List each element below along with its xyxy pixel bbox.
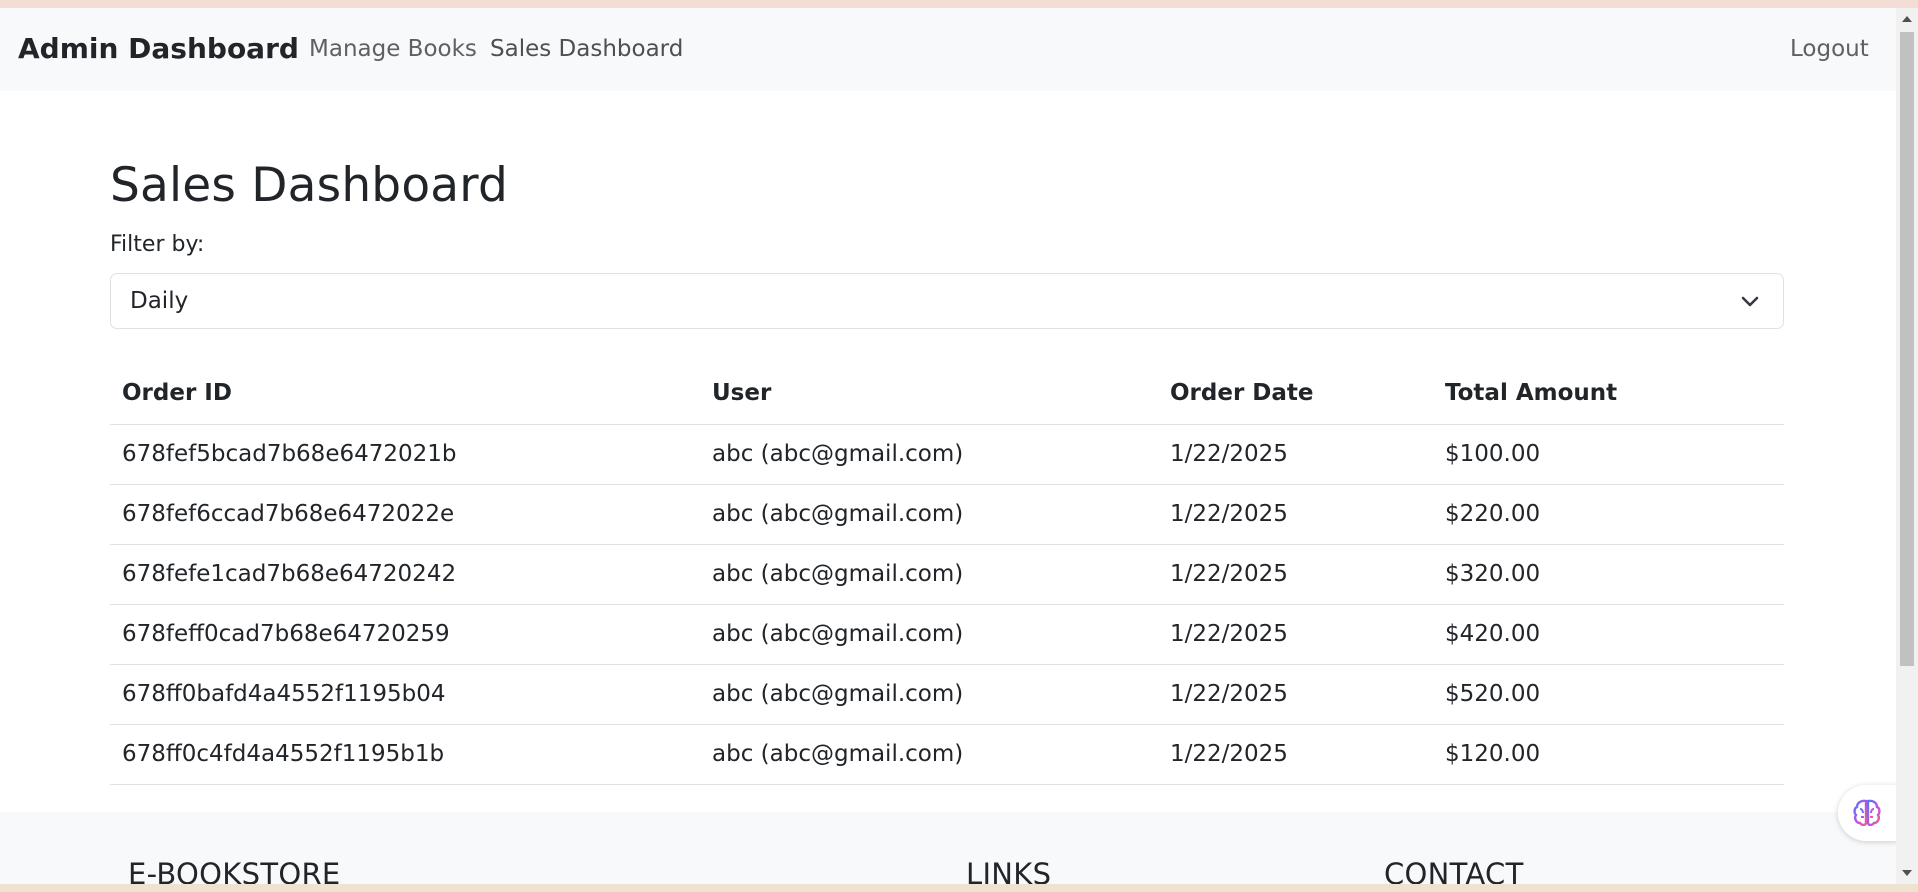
chevron-down-icon — [1739, 290, 1761, 312]
column-header-user: User — [700, 363, 1158, 425]
order-date-cell: 1/22/2025 — [1158, 604, 1433, 665]
filter-select-value: Daily — [130, 288, 189, 314]
table-row: 678fefe1cad7b68e64720242 abc (abc@gmail.… — [110, 544, 1784, 605]
page-viewport: Admin Dashboard Manage Books Sales Dashb… — [0, 8, 1896, 884]
column-header-order-id: Order ID — [110, 363, 700, 425]
column-header-total-amount: Total Amount — [1433, 363, 1784, 425]
page-scrollbar[interactable] — [1896, 8, 1918, 884]
window-bottom-edge — [0, 884, 1918, 892]
scroll-down-arrow-icon[interactable] — [1902, 870, 1912, 876]
table-row: 678feff0cad7b68e64720259 abc (abc@gmail.… — [110, 604, 1784, 665]
column-header-order-date: Order Date — [1158, 363, 1433, 425]
user-cell: abc (abc@gmail.com) — [700, 664, 1158, 725]
orders-table: Order ID User Order Date Total Amount 67… — [110, 363, 1784, 785]
footer-heading-contact: CONTACT — [1384, 857, 1524, 884]
footer-heading-ebookstore: E-BOOKSTORE — [128, 857, 341, 884]
order-id-cell: 678fefe1cad7b68e64720242 — [110, 544, 700, 605]
order-id-cell: 678ff0c4fd4a4552f1195b1b — [110, 724, 700, 785]
scrollbar-thumb[interactable] — [1900, 32, 1914, 666]
brand-title[interactable]: Admin Dashboard — [18, 32, 299, 65]
page-title: Sales Dashboard — [110, 158, 509, 213]
window-top-edge — [0, 0, 1918, 8]
table-row: 678ff0c4fd4a4552f1195b1b abc (abc@gmail.… — [110, 724, 1784, 785]
logout-link[interactable]: Logout — [1790, 36, 1869, 62]
user-cell: abc (abc@gmail.com) — [700, 424, 1158, 485]
order-date-cell: 1/22/2025 — [1158, 724, 1433, 785]
navbar: Admin Dashboard Manage Books Sales Dashb… — [0, 8, 1896, 91]
total-amount-cell: $100.00 — [1433, 424, 1784, 485]
filter-select[interactable]: Daily — [110, 273, 1784, 329]
order-date-cell: 1/22/2025 — [1158, 424, 1433, 485]
filter-label: Filter by: — [110, 232, 205, 257]
order-id-cell: 678ff0bafd4a4552f1195b04 — [110, 664, 700, 725]
total-amount-cell: $420.00 — [1433, 604, 1784, 665]
assistant-widget-button[interactable] — [1838, 785, 1896, 841]
nav-link-manage-books[interactable]: Manage Books — [309, 36, 477, 62]
order-id-cell: 678feff0cad7b68e64720259 — [110, 604, 700, 665]
table-header-row: Order ID User Order Date Total Amount — [110, 363, 1784, 425]
total-amount-cell: $520.00 — [1433, 664, 1784, 725]
user-cell: abc (abc@gmail.com) — [700, 724, 1158, 785]
user-cell: abc (abc@gmail.com) — [700, 604, 1158, 665]
table-row: 678fef6ccad7b68e6472022e abc (abc@gmail.… — [110, 484, 1784, 545]
total-amount-cell: $120.00 — [1433, 724, 1784, 785]
user-cell: abc (abc@gmail.com) — [700, 484, 1158, 545]
order-date-cell: 1/22/2025 — [1158, 484, 1433, 545]
footer-heading-links: LINKS — [966, 857, 1052, 884]
scroll-up-arrow-icon[interactable] — [1902, 16, 1912, 22]
order-date-cell: 1/22/2025 — [1158, 664, 1433, 725]
footer: E-BOOKSTORE LINKS CONTACT — [0, 812, 1896, 884]
table-row: 678fef5bcad7b68e6472021b abc (abc@gmail.… — [110, 424, 1784, 485]
table-row: 678ff0bafd4a4552f1195b04 abc (abc@gmail.… — [110, 664, 1784, 725]
total-amount-cell: $220.00 — [1433, 484, 1784, 545]
total-amount-cell: $320.00 — [1433, 544, 1784, 605]
nav-link-sales-dashboard[interactable]: Sales Dashboard — [490, 36, 683, 62]
order-date-cell: 1/22/2025 — [1158, 544, 1433, 605]
order-id-cell: 678fef6ccad7b68e6472022e — [110, 484, 700, 545]
user-cell: abc (abc@gmail.com) — [700, 544, 1158, 605]
order-id-cell: 678fef5bcad7b68e6472021b — [110, 424, 700, 485]
